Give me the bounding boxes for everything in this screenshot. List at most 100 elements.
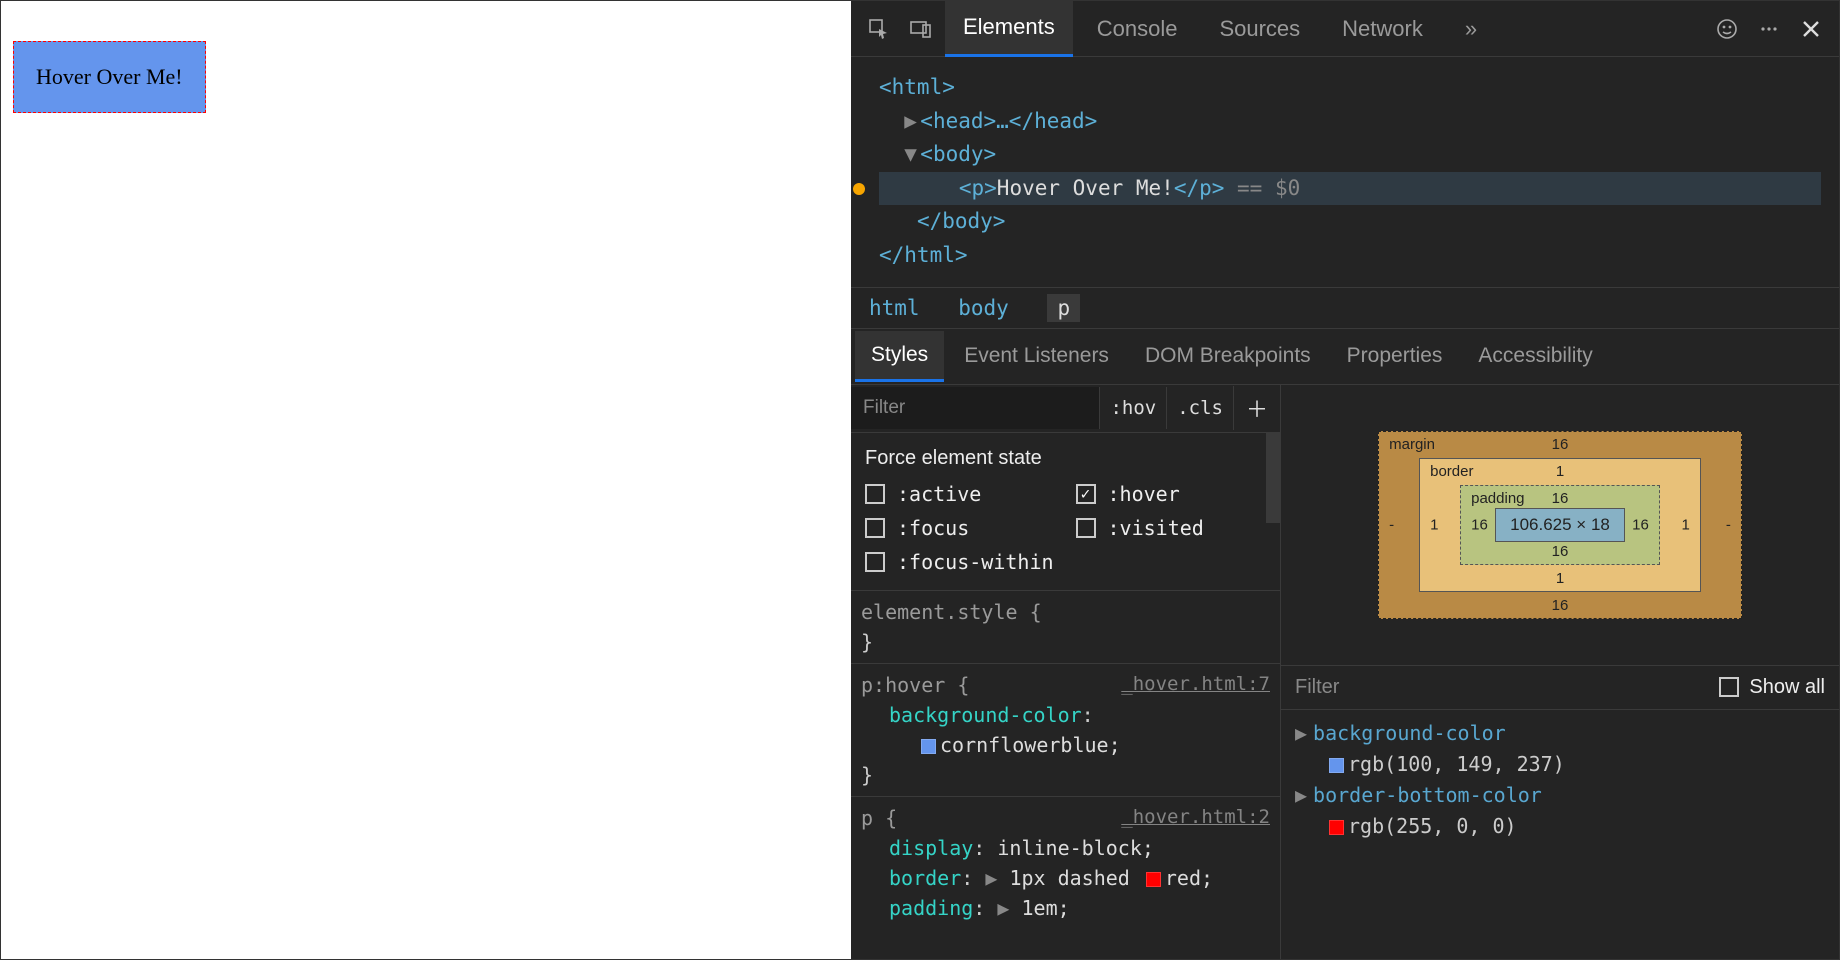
margin-left-value[interactable]: - xyxy=(1389,516,1394,533)
checkbox-icon xyxy=(1076,518,1096,538)
expand-icon[interactable]: ▶ xyxy=(997,896,1021,920)
new-style-rule-button[interactable]: ＋ xyxy=(1233,386,1280,430)
computed-filter-input[interactable]: Filter xyxy=(1295,676,1719,699)
state-label: :focus xyxy=(897,516,969,540)
rule-selector: p:hover { xyxy=(861,673,969,697)
border-top-value[interactable]: 1 xyxy=(1556,463,1564,480)
tag-head[interactable]: <head>…</head> xyxy=(920,109,1097,133)
state-visited[interactable]: :visited xyxy=(1076,516,1267,540)
margin-bottom-value[interactable]: 16 xyxy=(1552,597,1569,614)
rule-source-link[interactable]: _hover.html:7 xyxy=(1121,670,1270,699)
computed-properties-list: ▶background-color rgb(100, 149, 237) ▶bo… xyxy=(1281,710,1839,850)
css-value[interactable]: red; xyxy=(1165,866,1213,890)
cls-toggle[interactable]: .cls xyxy=(1166,387,1233,429)
padding-bottom-value[interactable]: 16 xyxy=(1552,543,1569,560)
css-value[interactable]: cornflowerblue; xyxy=(940,733,1121,757)
device-toggle-icon[interactable] xyxy=(903,11,939,47)
tab-console[interactable]: Console xyxy=(1079,2,1196,56)
expand-icon[interactable]: ▶ xyxy=(904,105,920,139)
force-state-title: Force element state xyxy=(865,447,1266,470)
tag-body-open[interactable]: <body> xyxy=(920,142,996,166)
padding-label: padding xyxy=(1471,490,1524,507)
rule-selector: element.style { xyxy=(861,600,1042,624)
css-prop[interactable]: padding xyxy=(889,896,973,920)
close-icon[interactable] xyxy=(1793,11,1829,47)
hov-toggle[interactable]: :hov xyxy=(1099,387,1166,429)
tab-sources[interactable]: Sources xyxy=(1201,2,1318,56)
state-focus[interactable]: :focus xyxy=(865,516,1056,540)
hover-paragraph[interactable]: Hover Over Me! xyxy=(13,41,206,113)
computed-prop-name: border-bottom-color xyxy=(1313,783,1542,807)
content-size[interactable]: 106.625 × 18 xyxy=(1495,508,1625,542)
color-swatch-icon[interactable] xyxy=(1329,820,1344,835)
page-viewport: Hover Over Me! xyxy=(1,1,851,959)
subtab-event-listeners[interactable]: Event Listeners xyxy=(948,332,1125,380)
crumb-html[interactable]: html xyxy=(869,296,920,320)
show-all-toggle[interactable]: Show all xyxy=(1719,676,1825,699)
styles-filter-row: Filter :hov .cls ＋ xyxy=(851,385,1280,433)
state-label: :active xyxy=(897,482,981,506)
eq-label: == xyxy=(1224,172,1275,206)
border-right-value[interactable]: 1 xyxy=(1682,516,1690,533)
tag-html-close[interactable]: </html> xyxy=(879,243,968,267)
tag-body-close[interactable]: </body> xyxy=(917,209,1006,233)
box-model-diagram[interactable]: margin 16 16 - - border 1 1 1 1 xyxy=(1281,385,1839,665)
margin-right-value[interactable]: - xyxy=(1726,516,1731,533)
expand-icon[interactable]: ▶ xyxy=(1295,721,1307,745)
css-value[interactable]: inline-block; xyxy=(997,836,1154,860)
computed-prop-value: rgb(255, 0, 0) xyxy=(1348,814,1517,838)
tabs-overflow[interactable]: » xyxy=(1447,2,1495,56)
tag-html-open[interactable]: <html> xyxy=(879,75,955,99)
padding-top-value[interactable]: 16 xyxy=(1552,490,1569,507)
inspect-icon[interactable] xyxy=(861,11,897,47)
css-value[interactable]: 1px dashed xyxy=(1009,866,1141,890)
scrollbar[interactable] xyxy=(1266,433,1280,523)
tab-elements[interactable]: Elements xyxy=(945,0,1073,57)
state-hover[interactable]: :hover xyxy=(1076,482,1267,506)
rule-p-hover[interactable]: _hover.html:7 p:hover { background-color… xyxy=(851,664,1280,797)
state-label: :visited xyxy=(1108,516,1204,540)
tag-p-open: <p> xyxy=(959,172,997,206)
tab-network[interactable]: Network xyxy=(1324,2,1441,56)
selected-node-row[interactable]: <p>Hover Over Me!</p> == $0 xyxy=(879,172,1821,206)
force-state-panel: Force element state :active :hover :focu… xyxy=(851,433,1280,591)
styles-filter-input[interactable]: Filter xyxy=(851,387,1099,429)
state-active[interactable]: :active xyxy=(865,482,1056,506)
css-prop[interactable]: display xyxy=(889,836,973,860)
rule-element-style[interactable]: element.style { } xyxy=(851,591,1280,664)
smiley-icon[interactable] xyxy=(1709,11,1745,47)
color-swatch-icon[interactable] xyxy=(921,739,936,754)
subtab-properties[interactable]: Properties xyxy=(1331,332,1459,380)
checkbox-icon xyxy=(1719,677,1739,697)
subtab-styles[interactable]: Styles xyxy=(855,331,944,382)
computed-row[interactable]: ▶border-bottom-color rgb(255, 0, 0) xyxy=(1295,780,1825,842)
color-swatch-icon[interactable] xyxy=(1329,758,1344,773)
node-text: Hover Over Me! xyxy=(997,172,1174,206)
breakpoint-dot-icon xyxy=(853,183,865,195)
border-bottom-value[interactable]: 1 xyxy=(1556,570,1564,587)
kebab-icon[interactable] xyxy=(1751,11,1787,47)
expand-icon[interactable]: ▶ xyxy=(1295,783,1307,807)
crumb-body[interactable]: body xyxy=(958,296,1009,320)
state-focus-within[interactable]: :focus-within xyxy=(865,550,1056,574)
padding-right-value[interactable]: 16 xyxy=(1632,516,1649,533)
subtab-accessibility[interactable]: Accessibility xyxy=(1462,332,1608,380)
css-prop[interactable]: background-color xyxy=(889,703,1082,727)
computed-row[interactable]: ▶background-color rgb(100, 149, 237) xyxy=(1295,718,1825,780)
margin-top-value[interactable]: 16 xyxy=(1552,436,1569,453)
padding-left-value[interactable]: 16 xyxy=(1471,516,1488,533)
collapse-icon[interactable]: ▼ xyxy=(904,138,920,172)
color-swatch-icon[interactable] xyxy=(1146,872,1161,887)
crumb-p[interactable]: p xyxy=(1047,294,1080,322)
rule-p[interactable]: _hover.html:2 p { display: inline-block;… xyxy=(851,797,1280,929)
subtab-dom-breakpoints[interactable]: DOM Breakpoints xyxy=(1129,332,1327,380)
devtools-toolbar: Elements Console Sources Network » xyxy=(851,1,1839,57)
elements-tree[interactable]: <html> ▶<head>…</head> ▼<body> <p>Hover … xyxy=(851,57,1839,287)
expand-icon[interactable]: ▶ xyxy=(985,866,1009,890)
checkbox-icon xyxy=(865,518,885,538)
rule-source-link[interactable]: _hover.html:2 xyxy=(1121,803,1270,832)
css-value[interactable]: 1em; xyxy=(1021,896,1069,920)
border-left-value[interactable]: 1 xyxy=(1430,516,1438,533)
css-prop[interactable]: border xyxy=(889,866,961,890)
rule-close: } xyxy=(861,763,873,787)
